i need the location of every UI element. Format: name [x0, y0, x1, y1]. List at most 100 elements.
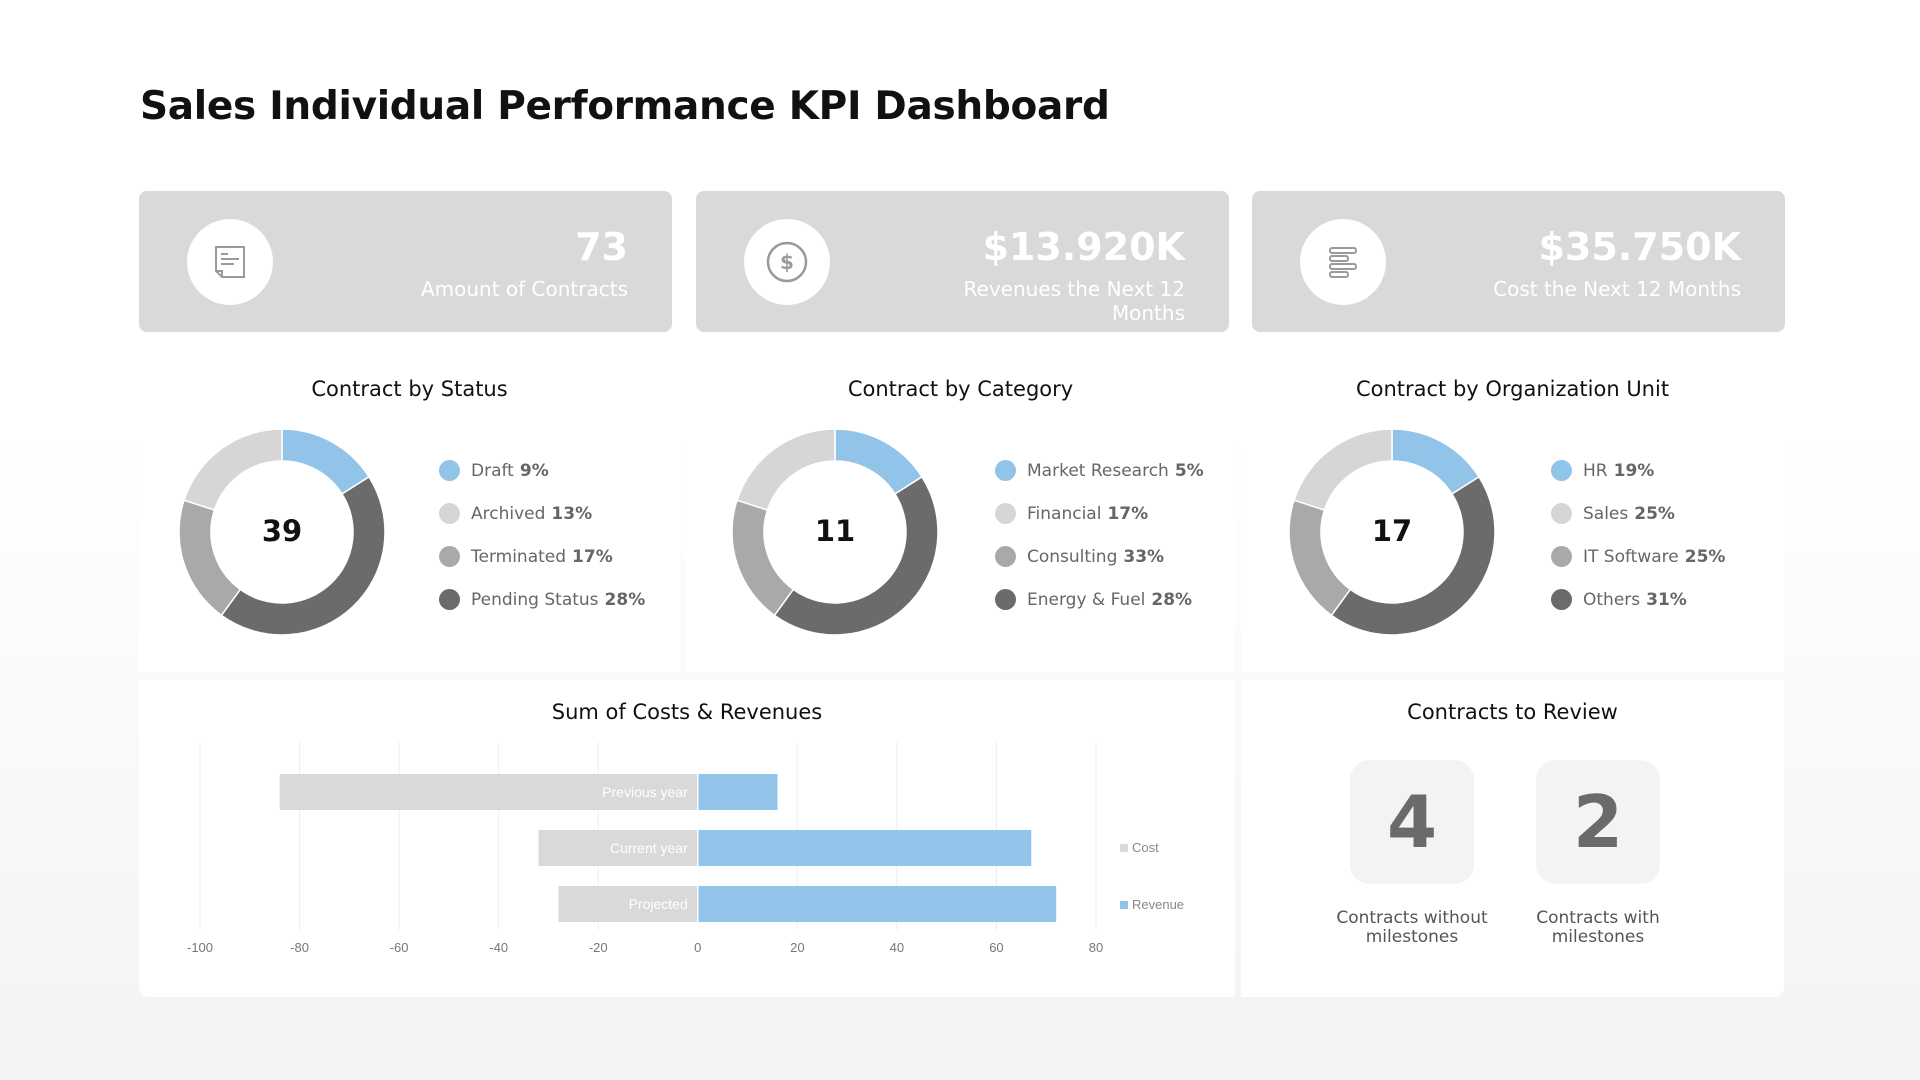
legend-dot: [995, 589, 1016, 610]
legend-dot: [1551, 546, 1572, 567]
legend-percent: 17%: [1107, 503, 1149, 524]
legend-label: Consulting: [1027, 546, 1118, 567]
kpi-label: Cost the Next 12 Months: [1493, 277, 1741, 301]
panel-costs-revenues: Sum of Costs & Revenues -100 -80 -60 -40 -20…: [139, 680, 1235, 997]
legend-dot: [1551, 589, 1572, 610]
bar-chart: -100 -80 -60 -40 -20 0 20 40 60 80 Previous year Cu…: [187, 742, 1184, 955]
panel-title: Contracts to Review: [1407, 700, 1618, 724]
category-label: Projected: [629, 896, 688, 912]
legend-item: Financial 17%: [995, 492, 1204, 535]
donut-segment-financial: [736, 428, 836, 512]
donut-center-value: 39: [261, 514, 303, 548]
legend-label: Energy & Fuel: [1027, 589, 1146, 610]
legend-dot: [1551, 503, 1572, 524]
legend-swatch: [1120, 901, 1128, 909]
legend-label: Archived: [471, 503, 546, 524]
legend-item: Others 31%: [1551, 578, 1725, 621]
review-count-with-milestones: 2: [1536, 760, 1660, 884]
legend-item: IT Software 25%: [1551, 535, 1725, 578]
kpi-value: 73: [575, 225, 628, 269]
legend-dot: [995, 503, 1016, 524]
category-label: Current year: [610, 840, 688, 856]
x-tick-label: 80: [1089, 940, 1103, 955]
donut-segment-archived: [183, 428, 283, 512]
document-icon-circle: [187, 219, 273, 305]
donut-center-value: 17: [1371, 514, 1413, 548]
legend-item: Consulting 33%: [995, 535, 1204, 578]
legend-item: Archived 13%: [439, 492, 645, 535]
kpi-label: Amount of Contracts: [420, 277, 628, 301]
donut-segment-pending-status: [220, 475, 386, 636]
panel-title: Contract by Category: [847, 377, 1074, 401]
legend-item: Sales 25%: [1551, 492, 1725, 535]
legend-label: IT Software: [1583, 546, 1679, 567]
document-icon: [215, 246, 245, 278]
x-tick-label: 0: [694, 940, 701, 955]
bar-revenue: [697, 830, 1032, 866]
legend-dot: [439, 589, 460, 610]
legend-label: Draft: [471, 460, 514, 481]
legend-percent: 28%: [1151, 589, 1193, 610]
legend-item: Pending Status 28%: [439, 578, 645, 621]
category-label: Previous year: [602, 784, 688, 800]
list-icon: [1329, 247, 1357, 278]
donut-segment-energy-fuel: [773, 475, 939, 636]
legend-swatch: [1120, 844, 1128, 852]
legend-label: Terminated: [471, 546, 567, 567]
x-tick-label: -80: [290, 940, 309, 955]
x-tick-label: 20: [790, 940, 804, 955]
legend-dot: [1551, 460, 1572, 481]
panel-title: Contract by Organization Unit: [1355, 377, 1670, 401]
panel-contract-by-category: Contract by Category 11 Market Research 5…: [686, 357, 1235, 672]
donut-legend: HR 19% Sales 25% IT Software 25% Others 31%: [1551, 449, 1725, 621]
x-tick-label: -40: [489, 940, 508, 955]
legend-dot: [439, 503, 460, 524]
x-tick-label: -20: [589, 940, 608, 955]
legend-label: Others: [1583, 589, 1641, 610]
legend-percent: 31%: [1646, 589, 1687, 610]
bar-revenue: [697, 886, 1057, 922]
panel-contracts-to-review: Contracts to Review 4 Contracts without …: [1241, 680, 1784, 997]
review-label: Contracts without milestones: [1336, 908, 1488, 947]
legend-item: Draft 9%: [439, 449, 645, 492]
bar-revenue: [697, 774, 778, 810]
x-tick-label: 60: [989, 940, 1003, 955]
legend-percent: 19%: [1613, 460, 1655, 481]
kpi-label: Revenues the Next 12 Months: [963, 277, 1185, 325]
legend-item: Terminated 17%: [439, 535, 645, 578]
donut-center-value: 11: [814, 514, 856, 548]
kpi-card-contracts: 73 Amount of Contracts: [139, 191, 672, 332]
legend-item: Market Research 5%: [995, 449, 1204, 492]
x-tick-label: -60: [390, 940, 409, 955]
legend-percent: 28%: [604, 589, 646, 610]
kpi-card-revenues: $ $13.920K Revenues the Next 12 Months: [696, 191, 1229, 332]
panel-title: Contract by Status: [311, 377, 508, 401]
legend-percent: 25%: [1684, 546, 1726, 567]
review-count-without-milestones: 4: [1350, 760, 1474, 884]
x-tick-label: 40: [890, 940, 904, 955]
legend-percent: 5%: [1174, 460, 1204, 481]
legend-item: Energy & Fuel 28%: [995, 578, 1204, 621]
review-label: Contracts with milestones: [1536, 908, 1660, 947]
legend-label: Financial: [1027, 503, 1102, 524]
legend-label: Pending Status: [471, 589, 599, 610]
legend-percent: 9%: [519, 460, 549, 481]
legend-label: Cost: [1132, 840, 1159, 855]
legend-item: HR 19%: [1551, 449, 1725, 492]
dollar-icon-circle: $: [744, 219, 830, 305]
legend-dot: [439, 460, 460, 481]
donut-legend: Market Research 5% Financial 17% Consultin…: [995, 449, 1204, 621]
donut-segment-others: [1330, 475, 1496, 636]
donut-legend: Draft 9% Archived 13% Terminated 17% Pendin…: [439, 449, 645, 621]
svg-text:$: $: [780, 250, 794, 274]
list-icon-circle: [1300, 219, 1386, 305]
donut-segment-sales: [1293, 428, 1393, 512]
legend-label: Revenue: [1132, 897, 1184, 912]
legend-label: Sales: [1583, 503, 1629, 524]
legend-dot: [995, 460, 1016, 481]
kpi-value: $35.750K: [1538, 225, 1741, 269]
page-title: Sales Individual Performance KPI Dashboa…: [140, 84, 1110, 129]
legend-percent: 33%: [1123, 546, 1165, 567]
legend-percent: 17%: [572, 546, 613, 567]
panel-contract-by-org-unit: Contract by Organization Unit 17 HR 19% S…: [1241, 357, 1784, 672]
